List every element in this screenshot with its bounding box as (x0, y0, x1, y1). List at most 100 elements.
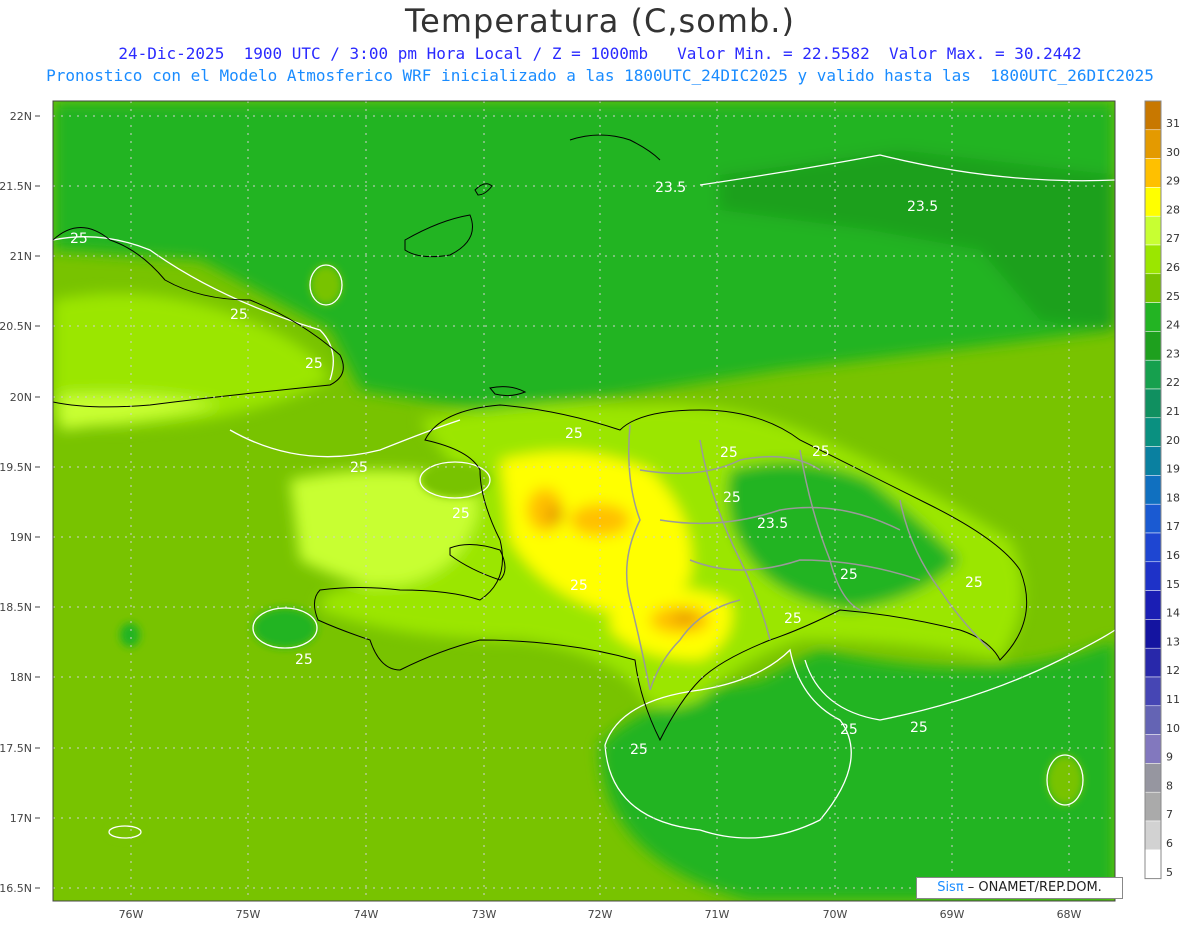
colorbar-label: 6 (1166, 837, 1173, 850)
colorbar-swatch (1144, 676, 1162, 707)
colorbar-label: 14 (1166, 607, 1180, 620)
lat-ticks (35, 115, 40, 889)
colorbar-swatch (1144, 791, 1162, 822)
sispi-logo-text: Sisπ (937, 880, 964, 895)
colorbar-swatch (1144, 561, 1162, 591)
lon-label: 69W (940, 908, 965, 921)
colorbar-label: 16 (1166, 549, 1180, 562)
lat-label: 16.5N (0, 882, 32, 895)
colorbar-swatch (1144, 590, 1162, 620)
lon-label: 71W (705, 908, 730, 921)
credit-box: Sisπ – ONAMET/REP.DOM. (916, 877, 1123, 899)
contour-label: 25 (570, 578, 588, 594)
colorbar-swatch (1144, 158, 1162, 188)
colorbar-label: 21 (1166, 405, 1180, 418)
contour-label: 25 (295, 652, 313, 668)
colorbar-swatch (1144, 532, 1162, 563)
colorbar-label: 26 (1166, 261, 1180, 274)
colorbar-label: 19 (1166, 463, 1180, 476)
colorbar-swatch (1144, 187, 1162, 217)
colorbar-swatch (1144, 763, 1162, 793)
lat-label: 17N (10, 812, 32, 825)
colorbar-swatch (1144, 244, 1162, 275)
colorbar-label: 10 (1166, 722, 1180, 735)
colorbar-label: 7 (1166, 808, 1173, 821)
contour-label: 25 (350, 460, 368, 476)
lat-label: 19.5N (0, 461, 32, 474)
colorbar-swatch (1144, 734, 1162, 764)
colorbar-swatch (1144, 388, 1162, 419)
colorbar-label: 25 (1166, 290, 1180, 303)
colorbar-label: 20 (1166, 434, 1180, 447)
colorbar: 31 30 29 28 27 26 25 24 23 22 21 20 19 18 17 16 15 14 13 12… (1144, 100, 1180, 880)
lat-label: 19N (10, 531, 32, 544)
colorbar-label: 27 (1166, 232, 1180, 245)
lat-label: 20.5N (0, 320, 32, 333)
lat-label: 18N (10, 671, 32, 684)
colorbar-label: 29 (1166, 175, 1180, 188)
colorbar-swatch (1144, 100, 1162, 131)
colorbar-label: 5 (1166, 866, 1173, 879)
credit-text: – ONAMET/REP.DOM. (963, 880, 1102, 895)
colorbar-swatch (1144, 417, 1162, 447)
colorbar-label: 9 (1166, 751, 1173, 764)
contour-label: 25 (230, 307, 248, 323)
contour-label: 25 (910, 720, 928, 736)
colorbar-label: 13 (1166, 635, 1180, 648)
colorbar-swatch (1144, 820, 1162, 851)
colorbar-label: 31 (1166, 117, 1180, 130)
contour-label: 25 (70, 231, 88, 247)
colorbar-swatch (1144, 129, 1162, 159)
contour-label: 25 (840, 567, 858, 583)
temperature-map: 25 23.5 23.5 25 25 25 25 25 25 25 23.5 2… (0, 100, 1180, 921)
lat-label: 21N (10, 250, 32, 263)
lon-label: 76W (119, 908, 144, 921)
colorbar-swatch (1144, 302, 1162, 332)
lon-label: 74W (354, 908, 379, 921)
colorbar-swatch (1144, 475, 1162, 505)
lat-label: 20N (10, 391, 32, 404)
colorbar-label: 11 (1166, 693, 1180, 706)
colorbar-label: 18 (1166, 491, 1180, 504)
colorbar-label: 17 (1166, 520, 1180, 533)
colorbar-swatch (1144, 849, 1162, 879)
colorbar-swatch (1144, 273, 1162, 303)
colorbar-swatch (1144, 331, 1162, 361)
contour-label: 23.5 (907, 199, 938, 215)
colorbar-swatch (1144, 446, 1162, 476)
lon-label: 75W (236, 908, 261, 921)
colorbar-label: 22 (1166, 376, 1180, 389)
colorbar-swatch (1144, 619, 1162, 649)
colorbar-swatch (1144, 705, 1162, 735)
colorbar-label: 8 (1166, 779, 1173, 792)
lon-label: 70W (823, 908, 848, 921)
contour-label: 25 (784, 611, 802, 627)
lon-label: 72W (588, 908, 613, 921)
longitude-axis: 76W 75W 74W 73W 72W 71W 70W 69W 68W (119, 908, 1082, 921)
lon-label: 73W (472, 908, 497, 921)
contour-label: 25 (840, 722, 858, 738)
colorbar-label: 23 (1166, 347, 1180, 360)
contour-label: 25 (720, 445, 738, 461)
colorbar-swatch (1144, 647, 1162, 678)
contour-label: 23.5 (757, 516, 788, 532)
colorbar-label: 12 (1166, 664, 1180, 677)
lat-label: 22N (10, 110, 32, 123)
lat-label: 18.5N (0, 601, 32, 614)
colorbar-label: 24 (1166, 319, 1180, 332)
colorbar-label: 30 (1166, 146, 1180, 159)
lat-label: 21.5N (0, 180, 32, 193)
contour-label: 25 (723, 490, 741, 506)
colorbar-swatch (1144, 503, 1162, 534)
colorbar-swatch (1144, 215, 1162, 246)
contour-label: 25 (452, 506, 470, 522)
colorbar-swatch (1144, 359, 1162, 390)
latitude-axis: 22N 21.5N 21N 20.5N 20N 19.5N 19N 18.5N … (0, 110, 32, 895)
contour-label: 25 (565, 426, 583, 442)
colorbar-label: 28 (1166, 203, 1180, 216)
contour-label: 25 (630, 742, 648, 758)
contour-label: 23.5 (655, 180, 686, 196)
lon-label: 68W (1057, 908, 1082, 921)
lat-label: 17.5N (0, 742, 32, 755)
temperature-shading (53, 101, 1115, 901)
